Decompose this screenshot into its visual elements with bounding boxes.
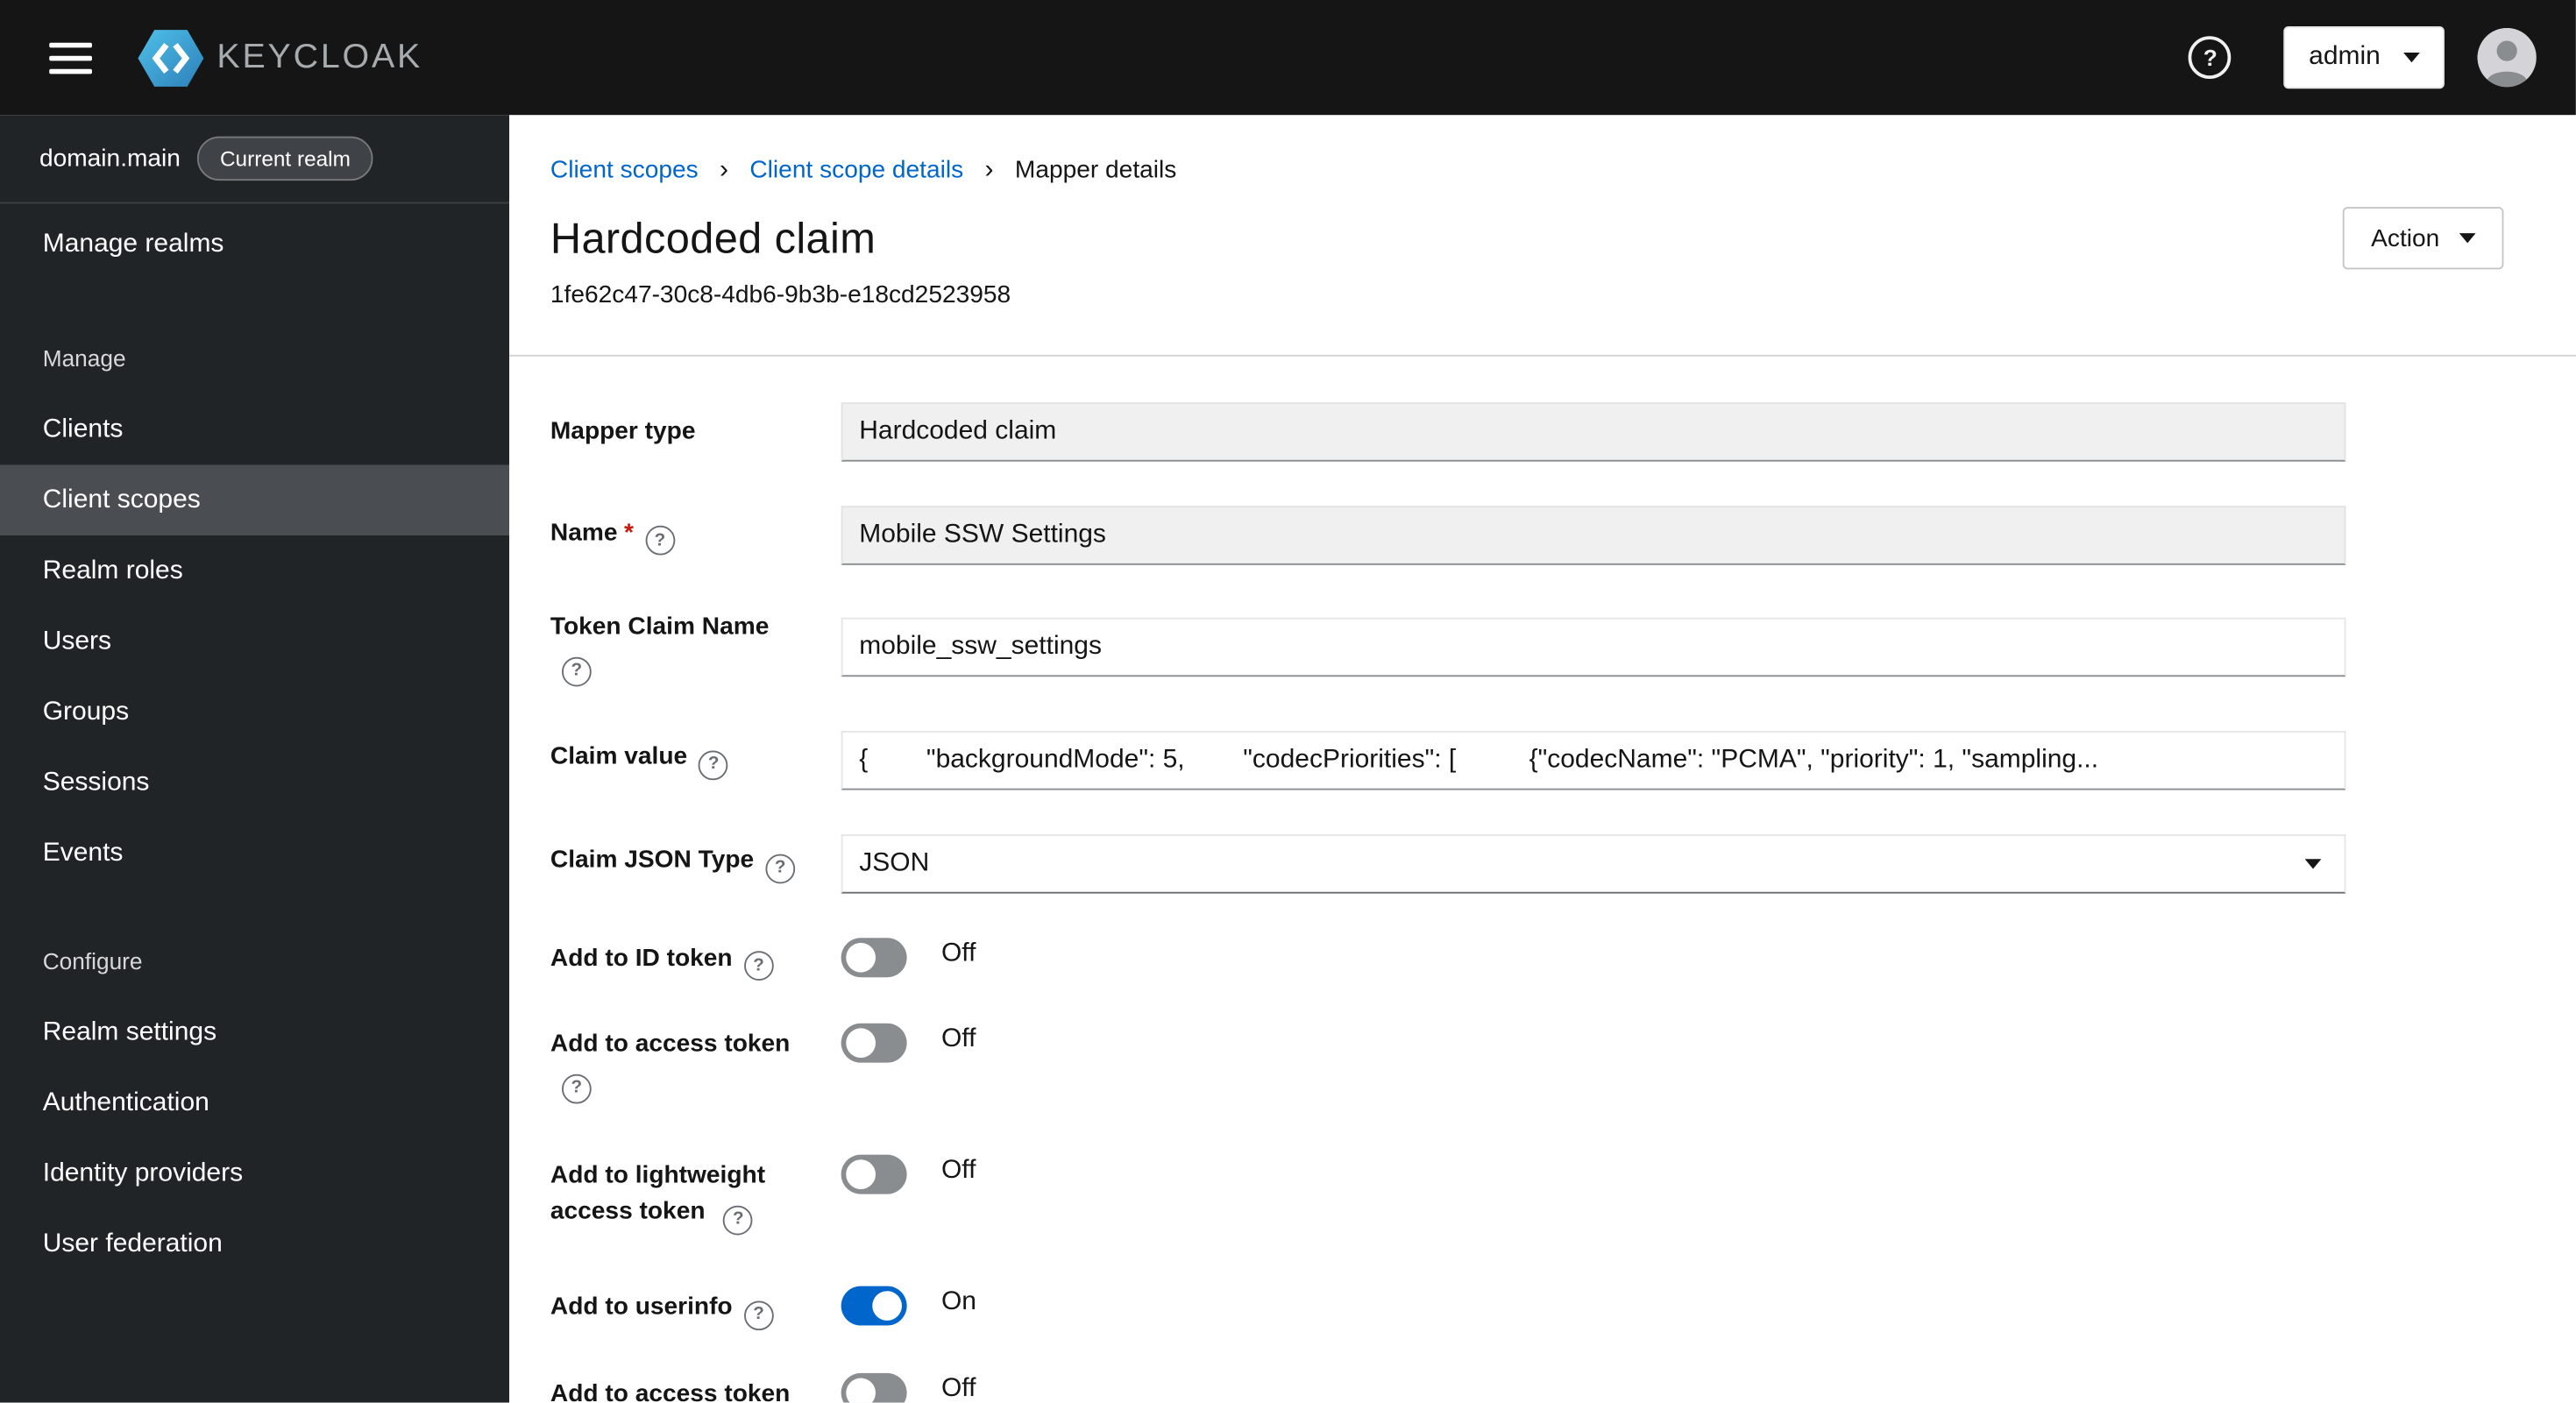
help-icon[interactable]: ? bbox=[743, 951, 774, 981]
selected-option-label: JSON bbox=[859, 848, 930, 876]
breadcrumb-current: Mapper details bbox=[1014, 156, 1177, 184]
sidebar-item-user-federation[interactable]: User federation bbox=[0, 1208, 509, 1279]
claim-value-label: Claim value? bbox=[550, 740, 797, 780]
page-header: Hardcoded claim 1fe62c47-30c8-4db6-9b3b-… bbox=[509, 184, 2576, 357]
keycloak-logo[interactable]: KEYCLOAK bbox=[138, 29, 422, 87]
form-row-claim-value: Claim value? { "backgroundMode": 5, "cod… bbox=[550, 730, 2576, 790]
add-to-lightweight-access-token-toggle[interactable] bbox=[841, 1154, 907, 1194]
avatar[interactable] bbox=[2477, 27, 2537, 88]
help-icon[interactable]: ? bbox=[562, 655, 592, 686]
toggle-state-label: On bbox=[940, 1287, 976, 1316]
help-icon[interactable]: ? bbox=[723, 1204, 754, 1235]
current-realm-badge[interactable]: Current realm bbox=[196, 136, 374, 181]
sidebar-section-configure: Configure bbox=[42, 947, 143, 974]
help-icon[interactable]: ? bbox=[562, 1073, 592, 1103]
breadcrumb-separator-icon: › bbox=[984, 155, 994, 183]
form-row-claim-json-type: Claim JSON Type? JSON bbox=[550, 833, 2576, 893]
question-circle-icon: ? bbox=[2189, 36, 2232, 79]
help-icon[interactable]: ? bbox=[765, 854, 796, 883]
action-button-label: Action bbox=[2371, 223, 2440, 252]
sidebar-item-clients[interactable]: Clients bbox=[0, 394, 509, 465]
page-title: Hardcoded claim bbox=[550, 213, 876, 263]
realm-switcher[interactable]: domain.main Current realm bbox=[0, 115, 510, 204]
add-to-userinfo-label: Add to userinfo? bbox=[550, 1286, 797, 1330]
breadcrumb: Client scopes › Client scope details › M… bbox=[509, 115, 2576, 184]
form-row-add-to-access-token: Add to access token ? Off bbox=[550, 1023, 2576, 1112]
add-to-access-token-toggle[interactable] bbox=[841, 1023, 907, 1063]
add-to-lightweight-access-token-label: Add to lightweight access token ? bbox=[550, 1155, 797, 1244]
realm-name: domain.main bbox=[39, 144, 181, 173]
form-row-add-to-access-token-2: Add to access token Off bbox=[550, 1371, 2576, 1403]
sidebar-item-events[interactable]: Events bbox=[0, 818, 509, 889]
form-row-add-to-lightweight-access-token: Add to lightweight access token ? Off bbox=[550, 1154, 2576, 1244]
name-label: Name *? bbox=[550, 515, 797, 556]
help-icon[interactable]: ? bbox=[699, 750, 729, 780]
sidebar-section-manage: Manage bbox=[42, 344, 126, 372]
breadcrumb-link-client-scope-details[interactable]: Client scope details bbox=[749, 156, 963, 184]
chevron-down-icon bbox=[2403, 52, 2420, 63]
add-to-access-token-2-label: Add to access token bbox=[550, 1378, 791, 1403]
breadcrumb-separator-icon: › bbox=[720, 155, 729, 183]
toggle-state-label: Off bbox=[940, 1156, 976, 1185]
claim-json-type-select[interactable]: JSON bbox=[841, 833, 2346, 893]
token-claim-name-input[interactable]: mobile_ssw_settings bbox=[841, 618, 2346, 677]
app-window: KEYCLOAK ? admin domain.main Current rea… bbox=[0, 0, 2576, 1403]
form-row-token-claim-name: Token Claim Name? mobile_ssw_settings bbox=[550, 609, 2576, 686]
user-menu-dropdown[interactable]: admin bbox=[2284, 25, 2445, 89]
breadcrumb-link-client-scopes[interactable]: Client scopes bbox=[550, 156, 699, 184]
sidebar-item-sessions[interactable]: Sessions bbox=[0, 748, 509, 818]
sidebar-item-users[interactable]: Users bbox=[0, 606, 509, 677]
keycloak-icon bbox=[138, 29, 204, 86]
help-icon[interactable]: ? bbox=[743, 1300, 774, 1330]
page-subtitle: 1fe62c47-30c8-4db6-9b3b-e18cd2523958 bbox=[550, 280, 1011, 309]
sidebar-item-authentication[interactable]: Authentication bbox=[0, 1067, 509, 1138]
sidebar-item-groups[interactable]: Groups bbox=[0, 677, 509, 748]
form-row-name: Name *? Mobile SSW Settings bbox=[550, 506, 2576, 565]
help-icon[interactable]: ? bbox=[645, 526, 675, 556]
help-icon-button[interactable]: ? bbox=[2179, 34, 2241, 80]
add-to-userinfo-toggle[interactable] bbox=[841, 1286, 907, 1326]
sidebar-item-realm-roles[interactable]: Realm roles bbox=[0, 535, 509, 606]
add-to-id-token-toggle[interactable] bbox=[841, 937, 907, 977]
claim-value-input[interactable]: { "backgroundMode": 5, "codecPriorities"… bbox=[841, 730, 2346, 790]
sidebar: domain.main Current realm Manage realms … bbox=[0, 115, 510, 1403]
form-row-add-to-userinfo: Add to userinfo? On bbox=[550, 1286, 2576, 1330]
toggle-state-label: Off bbox=[940, 939, 976, 967]
toggle-state-label: Off bbox=[940, 1024, 976, 1053]
mapper-type-label: Mapper type bbox=[550, 417, 696, 445]
sidebar-item-manage-realms[interactable]: Manage realms bbox=[0, 203, 509, 286]
add-to-access-token-label: Add to access token ? bbox=[550, 1024, 797, 1112]
claim-json-type-label: Claim JSON Type? bbox=[550, 843, 797, 883]
form-row-add-to-id-token: Add to ID token? Off bbox=[550, 937, 2576, 981]
toggle-state-label: Off bbox=[940, 1373, 976, 1402]
chevron-down-icon bbox=[2304, 858, 2322, 868]
hamburger-menu-icon[interactable] bbox=[39, 32, 102, 83]
mapper-type-input[interactable]: Hardcoded claim bbox=[841, 402, 2346, 462]
user-menu-label: admin bbox=[2309, 42, 2381, 71]
chevron-down-icon bbox=[2459, 233, 2476, 244]
masthead: KEYCLOAK ? admin bbox=[0, 0, 2576, 116]
brand-wordmark: KEYCLOAK bbox=[216, 38, 423, 76]
token-claim-name-label: Token Claim Name? bbox=[550, 609, 797, 686]
name-input[interactable]: Mobile SSW Settings bbox=[841, 506, 2346, 565]
main-content: Client scopes › Client scope details › M… bbox=[509, 115, 2576, 1403]
required-asterisk: * bbox=[623, 518, 634, 547]
add-to-id-token-label: Add to ID token? bbox=[550, 937, 797, 981]
form-row-mapper-type: Mapper type Hardcoded claim bbox=[550, 402, 2576, 462]
mapper-details-form: Mapper type Hardcoded claim Name *? Mobil… bbox=[509, 357, 2576, 1403]
user-avatar-icon bbox=[2477, 27, 2537, 88]
sidebar-item-identity-providers[interactable]: Identity providers bbox=[0, 1138, 509, 1209]
sidebar-item-realm-settings[interactable]: Realm settings bbox=[0, 997, 509, 1068]
add-to-access-token-2-toggle[interactable] bbox=[841, 1371, 907, 1403]
sidebar-item-client-scopes[interactable]: Client scopes bbox=[0, 464, 510, 536]
action-dropdown-button[interactable]: Action bbox=[2343, 207, 2504, 270]
